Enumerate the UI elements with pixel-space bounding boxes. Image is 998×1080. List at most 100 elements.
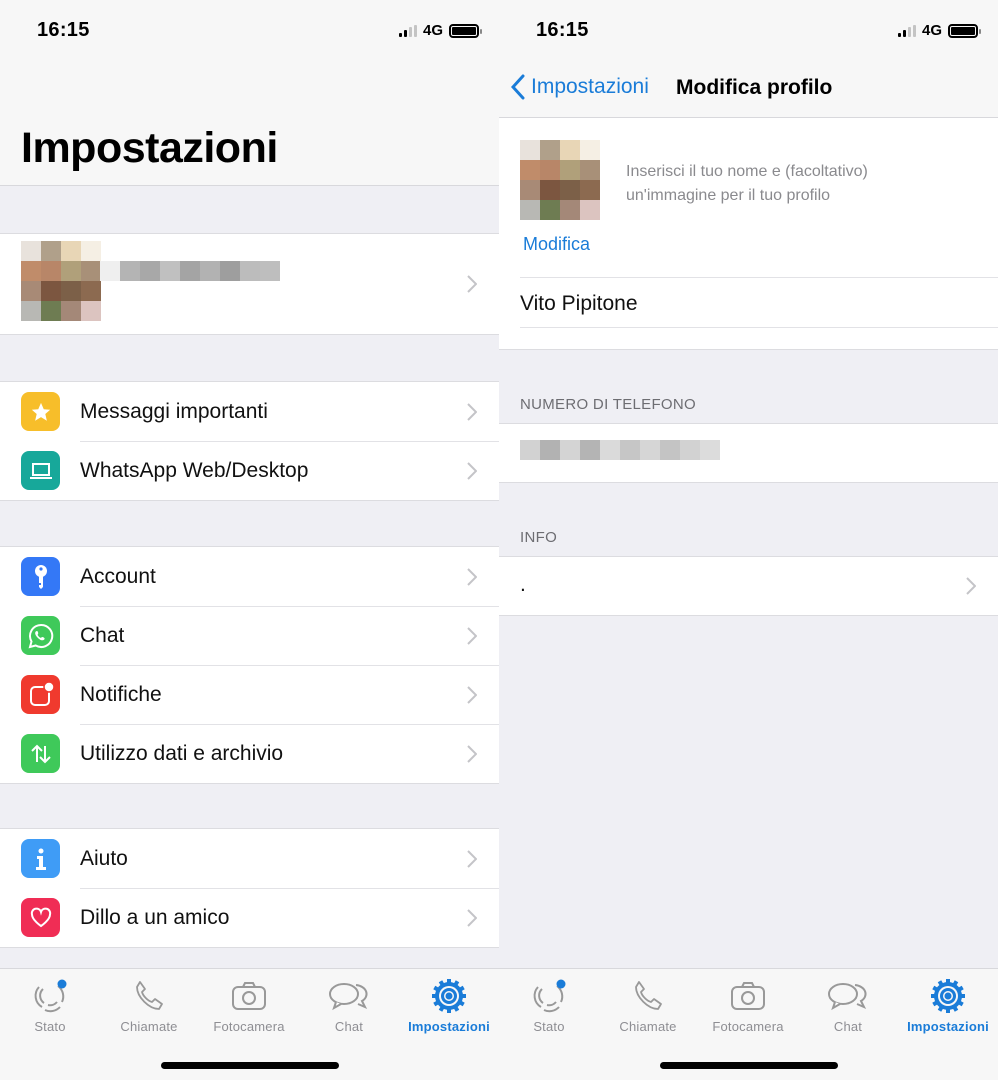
key-icon (21, 557, 60, 596)
avatar-pixel (580, 140, 600, 160)
large-header: Impostazioni (0, 56, 499, 186)
avatar-pixel (21, 261, 41, 281)
settings-item-chat[interactable]: Chat (0, 606, 499, 665)
nav-bar: Impostazioni Modifica profilo (499, 56, 998, 118)
chevron-right-icon (467, 744, 477, 763)
home-indicator (161, 1062, 339, 1069)
settings-item-account[interactable]: Account (0, 547, 499, 606)
settings-group-1: Messaggi importanti WhatsApp Web/Desktop (0, 381, 499, 501)
battery-icon (948, 23, 981, 38)
settings-item-label: Utilizzo dati e archivio (80, 741, 284, 765)
network-type: 4G (921, 22, 942, 39)
avatar-pixel (520, 160, 540, 180)
settings-item-label: Chat (80, 623, 125, 647)
avatar-pixel (81, 301, 101, 321)
avatar-pixel (41, 301, 61, 321)
info-value: . (520, 573, 526, 596)
settings-group-3: Aiuto Dillo a un amico (0, 828, 499, 948)
settings-gear-icon (898, 977, 998, 1015)
profile-edit-section: Inserisci il tuo nome e (facoltativo) un… (499, 118, 998, 350)
avatar-pixel (81, 241, 101, 261)
tab-label: Stato (533, 1019, 565, 1034)
avatar-pixel (520, 140, 540, 160)
phone-icon (598, 977, 698, 1015)
settings-item-tell-friend[interactable]: Dillo a un amico (0, 888, 499, 947)
edit-photo-button[interactable]: Modifica (523, 234, 590, 255)
status-bar: 16:15 4G (499, 0, 998, 56)
page-title: Modifica profilo (676, 76, 833, 99)
name-field[interactable]: Vito Pipitone (520, 292, 638, 316)
heart-icon (21, 898, 60, 937)
avatar-pixel (540, 200, 560, 220)
laptop-icon (21, 451, 60, 490)
settings-item-label: WhatsApp Web/Desktop (80, 458, 309, 482)
status-time: 16:15 (536, 19, 589, 41)
camera-icon (199, 977, 299, 1015)
tab-impostazioni[interactable]: Impostazioni (898, 977, 998, 1034)
info-row[interactable]: . (499, 556, 998, 616)
profile-name-redacted (100, 261, 280, 281)
tab-stato[interactable]: Stato (0, 977, 100, 1034)
tab-label: Chiamate (619, 1019, 677, 1034)
avatar-pixel (41, 281, 61, 301)
notification-icon (21, 675, 60, 714)
phone-section-header: NUMERO DI TELEFONO (520, 396, 696, 413)
tab-label: Fotocamera (712, 1019, 784, 1034)
settings-item-label: Messaggi importanti (80, 399, 268, 423)
back-label: Impostazioni (531, 75, 649, 98)
tab-label: Impostazioni (408, 1019, 490, 1034)
chevron-right-icon (467, 849, 477, 868)
tab-chiamate[interactable]: Chiamate (598, 977, 698, 1034)
avatar-pixel (41, 261, 61, 281)
avatar-pixel (560, 180, 580, 200)
tab-chat[interactable]: Chat (798, 977, 898, 1034)
page-title: Impostazioni (21, 124, 278, 172)
tab-chiamate[interactable]: Chiamate (99, 977, 199, 1034)
settings-item-help[interactable]: Aiuto (0, 829, 499, 888)
tab-chat[interactable]: Chat (299, 977, 399, 1034)
status-icon (0, 977, 100, 1015)
tab-fotocamera[interactable]: Fotocamera (199, 977, 299, 1034)
avatar-pixel (560, 160, 580, 180)
settings-item-label: Account (80, 564, 156, 588)
settings-item-label: Aiuto (80, 846, 128, 870)
tab-impostazioni[interactable]: Impostazioni (399, 977, 499, 1034)
chevron-right-icon (966, 577, 976, 595)
chat-bubbles-icon (299, 977, 399, 1015)
settings-item-label: Dillo a un amico (80, 905, 230, 929)
avatar-pixel (540, 140, 560, 160)
avatar-pixel (81, 281, 101, 301)
avatar-pixel (81, 261, 101, 281)
profile-photo[interactable] (520, 140, 600, 220)
battery-icon (449, 23, 482, 38)
chevron-right-icon (467, 461, 477, 480)
settings-item-starred[interactable]: Messaggi importanti (0, 382, 499, 441)
phone-number-redacted (520, 440, 720, 460)
chat-bubbles-icon (798, 977, 898, 1015)
settings-item-data-storage[interactable]: Utilizzo dati e archivio (0, 724, 499, 783)
profile-row[interactable] (0, 233, 499, 335)
avatar-pixel (21, 281, 41, 301)
chevron-right-icon (467, 626, 477, 645)
avatar-pixel (580, 200, 600, 220)
avatar-pixel (41, 241, 61, 261)
avatar-pixel (540, 160, 560, 180)
whatsapp-icon (21, 616, 60, 655)
settings-item-web[interactable]: WhatsApp Web/Desktop (0, 441, 499, 500)
settings-item-notifications[interactable]: Notifiche (0, 665, 499, 724)
status-bar: 16:15 4G (0, 0, 499, 56)
avatar (21, 241, 101, 321)
tab-stato[interactable]: Stato (499, 977, 599, 1034)
phone-icon (99, 977, 199, 1015)
chevron-right-icon (467, 402, 477, 421)
home-indicator (660, 1062, 838, 1069)
avatar-pixel (520, 180, 540, 200)
profile-hint-line1: Inserisci il tuo nome e (facoltativo) (626, 163, 868, 180)
avatar-pixel (21, 301, 41, 321)
tab-fotocamera[interactable]: Fotocamera (698, 977, 798, 1034)
data-arrows-icon (21, 734, 60, 773)
edit-profile-screen: 16:15 4G Impostazioni Modifica profilo I… (499, 0, 998, 1080)
chevron-right-icon (467, 908, 477, 927)
back-button[interactable]: Impostazioni (511, 74, 649, 100)
avatar-pixel (540, 180, 560, 200)
